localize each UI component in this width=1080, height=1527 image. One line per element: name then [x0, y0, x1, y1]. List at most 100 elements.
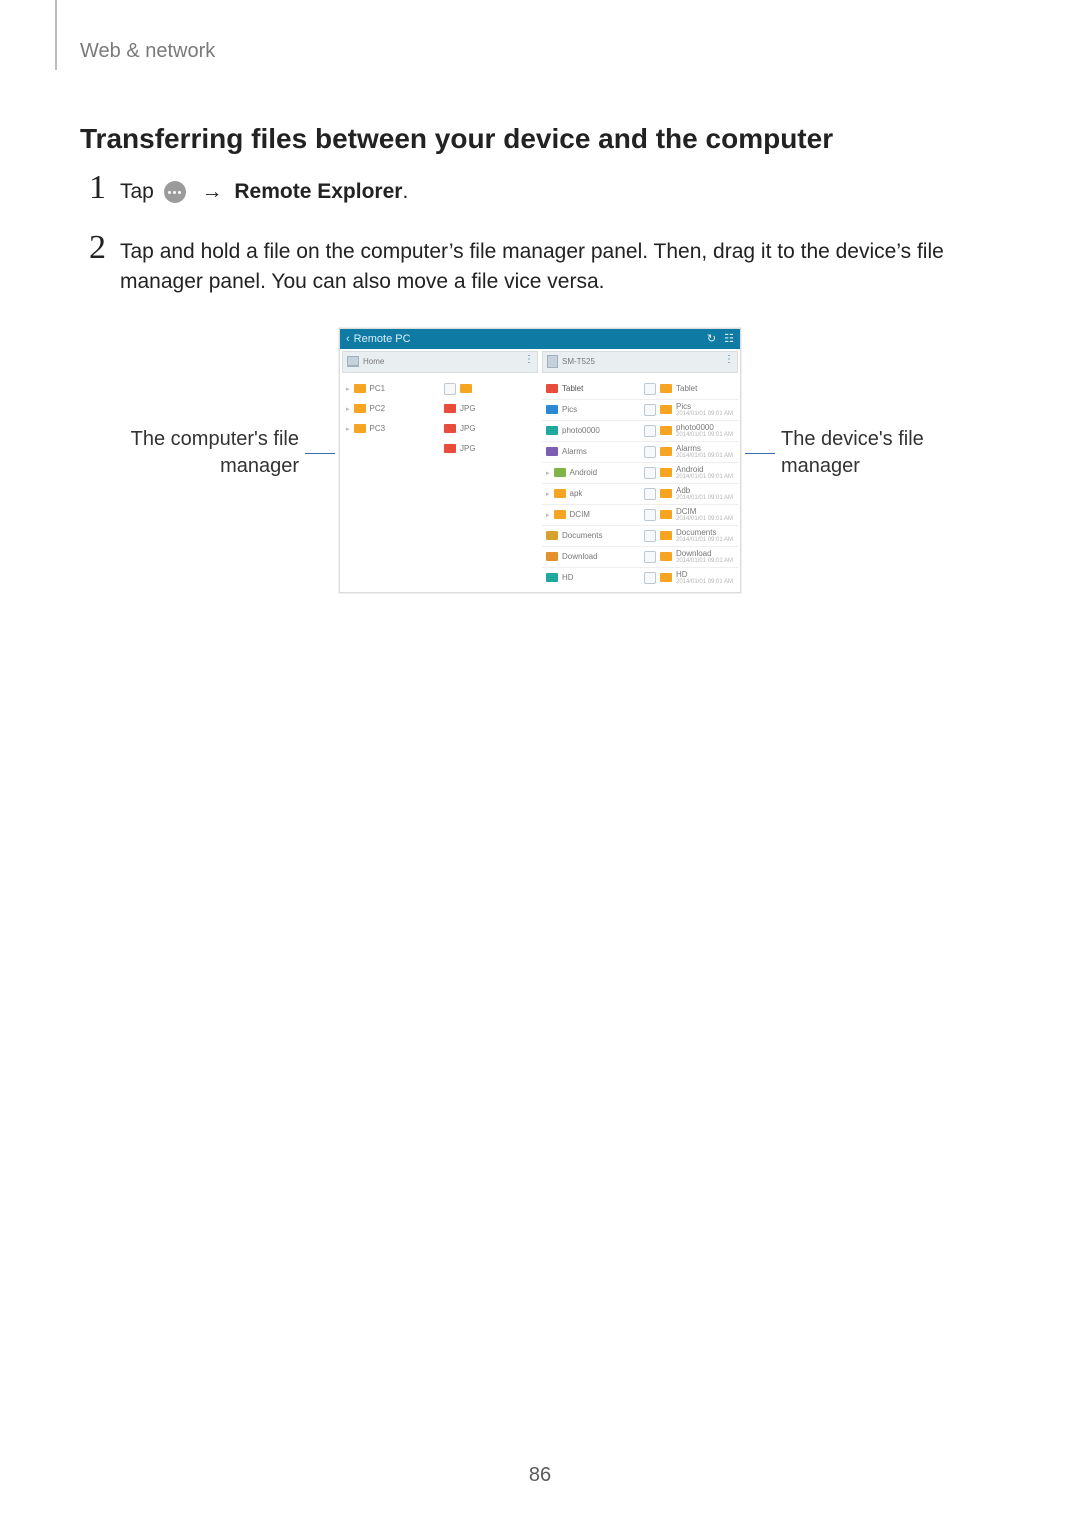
item-label: PC2	[370, 404, 436, 413]
folder-icon	[460, 384, 472, 393]
list-item: Pics2014/01/01 09:01 AM	[640, 399, 738, 420]
computer-pane: Home ⋮ ▸PC1 ▸PC2 ▸PC3 JPG JPG	[340, 349, 540, 592]
item-sub: 2014/01/01 09:01 AM	[676, 516, 734, 522]
more-vert-icon: ⋮	[524, 354, 533, 365]
image-icon	[444, 404, 456, 413]
item-label: HD	[676, 570, 688, 579]
list-item: Alarms2014/01/01 09:01 AM	[640, 441, 738, 462]
list-item: ▸DCIM	[542, 504, 640, 525]
item-label: Android	[570, 468, 636, 477]
item-sub: 2014/01/01 09:01 AM	[676, 474, 734, 480]
checkbox-icon	[644, 551, 656, 563]
item-label: Android	[676, 465, 704, 474]
item-label: apk	[570, 489, 636, 498]
list-item: Alarms	[542, 441, 640, 462]
list-item: Download2014/01/01 09:01 AM	[640, 546, 738, 567]
checkbox-icon	[644, 446, 656, 458]
item-label: JPG	[460, 424, 534, 433]
folder-icon	[546, 447, 558, 456]
checkbox-icon	[644, 488, 656, 500]
item-label: Tablet	[676, 384, 697, 393]
folder-icon	[354, 404, 366, 413]
folder-icon	[660, 489, 672, 498]
more-icon	[164, 181, 186, 203]
callout-left: The computer's file manager	[109, 328, 299, 578]
folder-icon	[660, 405, 672, 414]
step-2: 2 Tap and hold a file on the computer’s …	[80, 237, 1000, 298]
folder-icon	[660, 552, 672, 561]
item-sub: 2014/01/01 09:01 AM	[676, 495, 734, 501]
item-sub: 2014/01/01 09:01 AM	[676, 432, 734, 438]
item-label: Documents	[562, 531, 636, 540]
mock-body: Home ⋮ ▸PC1 ▸PC2 ▸PC3 JPG JPG	[340, 349, 740, 592]
pane-list-right: Tablet Pics photo0000 Alarms ▸Android ▸a…	[540, 375, 740, 592]
pane-header-left: Home ⋮	[342, 351, 538, 373]
list-item: ▸PC1	[342, 379, 440, 399]
image-icon	[444, 424, 456, 433]
step-1: 1 Tap → Remote Explorer.	[80, 177, 1000, 211]
arrow-right-icon: →	[202, 180, 223, 203]
list-item: HD	[542, 567, 640, 588]
item-label: PC3	[370, 424, 436, 433]
folder-icon	[554, 468, 566, 477]
pane-label: Home	[363, 357, 384, 366]
grid-icon: ☷	[724, 332, 734, 345]
checkbox-icon	[644, 572, 656, 584]
item-label: photo0000	[676, 423, 714, 432]
step-target: Remote Explorer	[234, 180, 402, 203]
checkbox-icon	[444, 383, 456, 395]
step-list: 1 Tap → Remote Explorer. 2 Tap and hold …	[80, 177, 1000, 298]
folder-icon	[660, 510, 672, 519]
list-item: DCIM2014/01/01 09:01 AM	[640, 504, 738, 525]
item-label: Pics	[676, 402, 691, 411]
folder-icon	[546, 384, 558, 393]
folder-icon	[354, 384, 366, 393]
folder-icon	[660, 426, 672, 435]
item-label: photo0000	[562, 426, 636, 435]
list-item: Adb2014/01/01 09:01 AM	[640, 483, 738, 504]
list-item: ▸apk	[542, 483, 640, 504]
checkbox-icon	[644, 425, 656, 437]
folder-icon	[660, 468, 672, 477]
list-item: Tablet	[640, 379, 738, 399]
checkbox-icon	[644, 467, 656, 479]
callout-line	[305, 453, 335, 454]
section-title: Transferring files between your device a…	[80, 123, 1000, 155]
item-label: Documents	[676, 528, 716, 537]
list-item: ▸Android	[542, 462, 640, 483]
item-label: Download	[676, 549, 712, 558]
item-sub: 2014/01/01 09:01 AM	[676, 537, 734, 543]
monitor-icon	[347, 356, 359, 367]
callout-text: The computer's file manager	[109, 426, 299, 480]
step-body: Tap and hold a file on the computer’s fi…	[120, 237, 1000, 298]
side-rule	[55, 0, 57, 70]
item-label: Alarms	[562, 447, 636, 456]
item-label: JPG	[460, 404, 534, 413]
list-item	[440, 379, 538, 399]
item-label: Download	[562, 552, 636, 561]
folder-icon	[554, 489, 566, 498]
breadcrumb: Web & network	[80, 40, 1000, 63]
folder-icon	[546, 552, 558, 561]
folder-icon	[354, 424, 366, 433]
list-item: photo0000	[542, 420, 640, 441]
storage-icon	[547, 355, 558, 368]
step-text-pre: Tap	[120, 180, 160, 203]
item-label: HD	[562, 573, 636, 582]
item-sub: 2014/01/01 09:01 AM	[676, 558, 734, 564]
checkbox-icon	[644, 383, 656, 395]
callout-line	[745, 453, 775, 454]
item-label: Pics	[562, 405, 636, 414]
pane-label: SM-T525	[562, 357, 595, 366]
callout-text: The device's file manager	[781, 426, 971, 480]
step-number: 2	[80, 231, 106, 265]
item-sub: 2014/01/01 09:01 AM	[676, 579, 734, 585]
remote-pc-screenshot: ‹ Remote PC ↻ ☷ Home ⋮	[339, 328, 741, 593]
list-item: ▸PC2	[342, 399, 440, 419]
list-item: JPG	[440, 419, 538, 439]
pane-list-left: ▸PC1 ▸PC2 ▸PC3 JPG JPG JPG	[340, 375, 540, 463]
folder-icon	[554, 510, 566, 519]
item-label: JPG	[460, 444, 534, 453]
callout-right: The device's file manager	[781, 328, 971, 578]
checkbox-icon	[644, 404, 656, 416]
